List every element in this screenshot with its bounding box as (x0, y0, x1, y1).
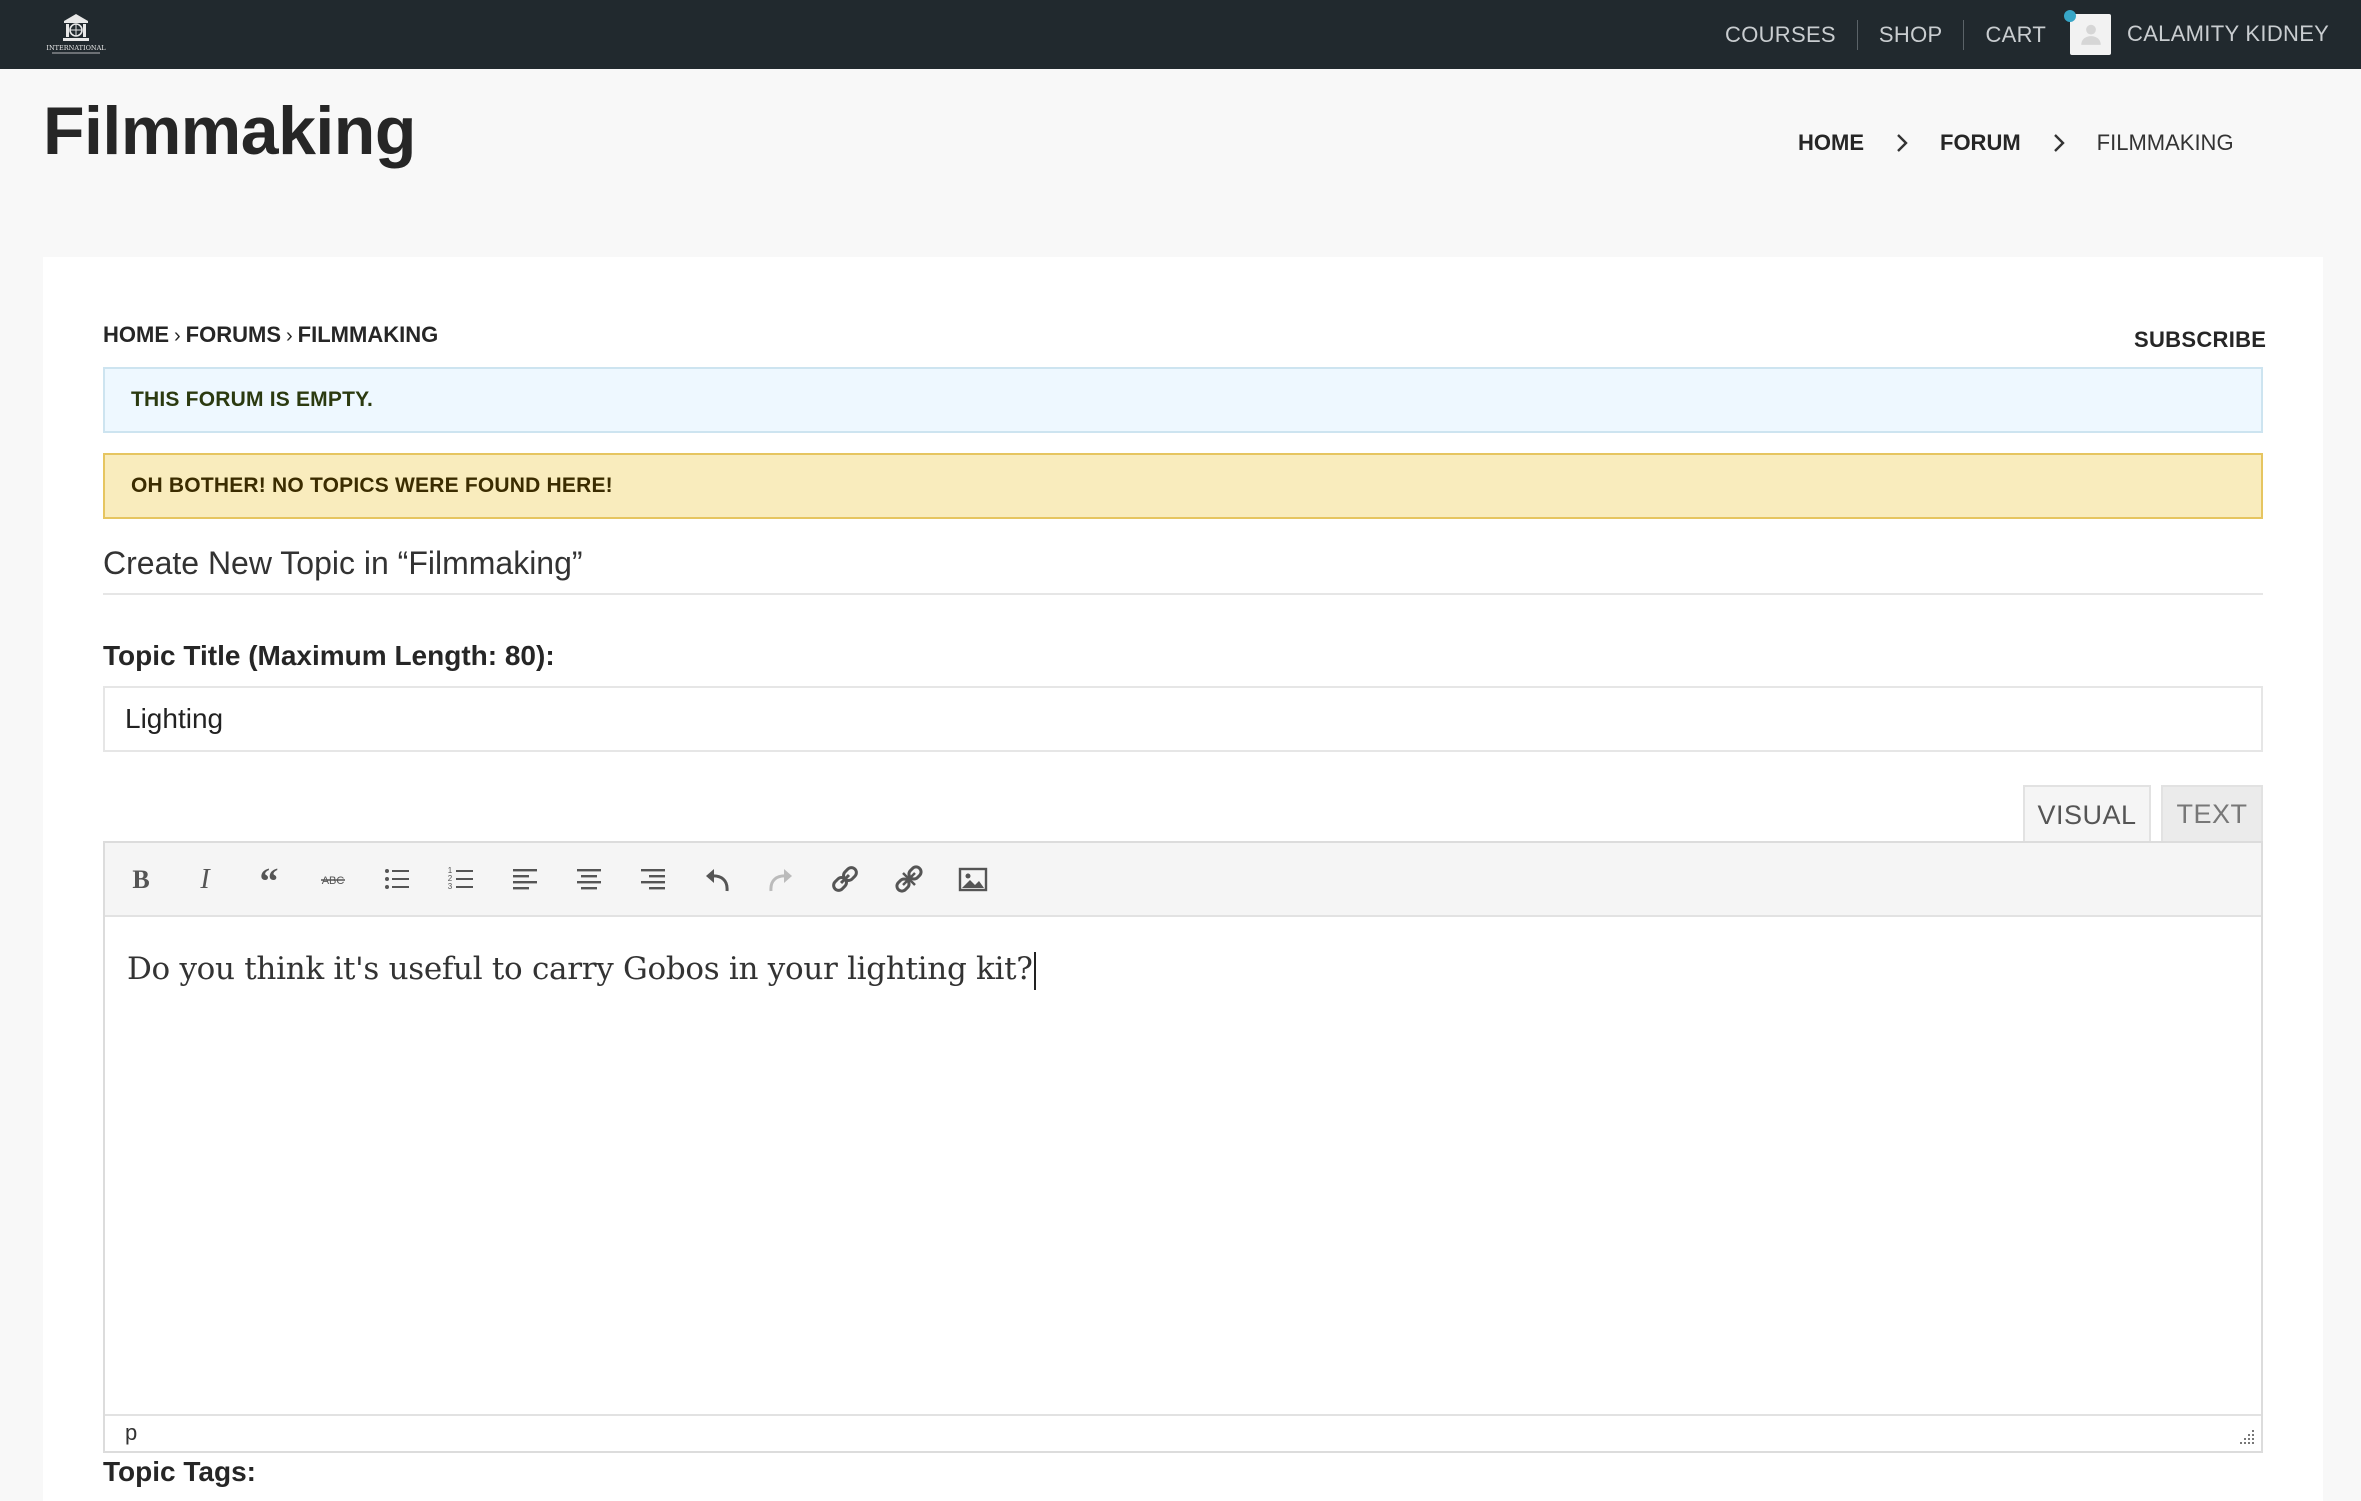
resize-handle-icon[interactable] (2239, 1429, 2255, 1445)
forum-breadcrumb-current: FILMMAKING (297, 322, 439, 347)
forum-breadcrumb: HOME › FORUMS › FILMMAKING (103, 322, 438, 348)
svg-text:I: I (199, 864, 211, 895)
svg-text:“: “ (260, 863, 279, 895)
subscribe-link[interactable]: SUBSCRIBE (2134, 327, 2266, 353)
user-menu[interactable]: CALAMITY KIDNEY (2064, 9, 2329, 58)
top-navbar: INTERNATIONAL COURSES SHOP CART CALAMITY… (0, 0, 2361, 69)
image-icon[interactable] (951, 857, 995, 901)
editor-content[interactable]: Do you think it's useful to carry Gobos … (127, 951, 1036, 990)
blockquote-icon[interactable]: “ (247, 857, 291, 901)
redo-icon[interactable] (759, 857, 803, 901)
breadcrumb-home[interactable]: HOME (1798, 130, 1864, 156)
chevron-right-icon (1880, 132, 1924, 154)
main-nav: COURSES SHOP CART (1704, 0, 2067, 69)
bullet-list-icon[interactable] (375, 857, 419, 901)
nav-shop[interactable]: SHOP (1858, 21, 1964, 49)
numbered-list-icon[interactable]: 123 (439, 857, 483, 901)
nav-courses[interactable]: COURSES (1704, 21, 1857, 49)
breadcrumb-separator: › (286, 325, 293, 347)
notice-text: THIS FORUM IS EMPTY. (131, 388, 374, 411)
breadcrumb-separator: › (174, 325, 181, 347)
header-breadcrumb: HOME FORUM FILMMAKING (1798, 130, 2234, 156)
rich-text-editor: B I “ ABC 123 Do you think it's useful t… (103, 841, 2263, 1453)
breadcrumb-current: FILMMAKING (2096, 130, 2234, 155)
forum-empty-notice: THIS FORUM IS EMPTY. (103, 367, 2263, 433)
svg-text:B: B (132, 865, 149, 894)
strikethrough-icon[interactable]: ABC (311, 857, 355, 901)
nav-cart[interactable]: CART (1964, 21, 2067, 49)
divider (103, 593, 2263, 595)
bold-icon[interactable]: B (119, 857, 163, 901)
new-topic-heading: Create New Topic in “Filmmaking” (103, 545, 583, 581)
online-status-dot (2064, 9, 2076, 22)
tab-visual[interactable]: VISUAL (2023, 785, 2151, 843)
align-left-icon[interactable] (503, 857, 547, 901)
forum-breadcrumb-home[interactable]: HOME (103, 322, 169, 347)
align-center-icon[interactable] (567, 857, 611, 901)
element-path[interactable]: p (125, 1420, 137, 1446)
undo-icon[interactable] (695, 857, 739, 901)
forum-breadcrumb-forums[interactable]: FORUMS (186, 322, 281, 347)
user-placeholder-icon (2080, 24, 2101, 45)
svg-text:INTERNATIONAL: INTERNATIONAL (46, 44, 106, 52)
align-right-icon[interactable] (631, 857, 675, 901)
institution-logo-icon: INTERNATIONAL (46, 14, 106, 54)
editor-statusbar: p (105, 1414, 2261, 1451)
site-logo[interactable]: INTERNATIONAL (42, 9, 110, 55)
user-name[interactable]: CALAMITY KIDNEY (2127, 21, 2329, 47)
page-title: Filmmaking (43, 93, 416, 169)
warning-text: OH BOTHER! NO TOPICS WERE FOUND HERE! (131, 474, 613, 497)
topic-title-input[interactable] (103, 686, 2263, 752)
tab-text[interactable]: TEXT (2161, 785, 2263, 843)
svg-text:3: 3 (448, 882, 453, 891)
breadcrumb-forum[interactable]: FORUM (1940, 130, 2021, 156)
svg-text:ABC: ABC (322, 875, 345, 887)
topic-title-label: Topic Title (Maximum Length: 80): (103, 640, 555, 671)
editor-text: Do you think it's useful to carry Gobos … (127, 951, 1033, 987)
avatar[interactable] (2064, 9, 2111, 55)
italic-icon[interactable]: I (183, 857, 227, 901)
text-caret (1033, 951, 1036, 990)
topic-tags-label: Topic Tags: (103, 1456, 256, 1487)
unlink-icon[interactable] (887, 857, 931, 901)
no-topics-warning: OH BOTHER! NO TOPICS WERE FOUND HERE! (103, 453, 2263, 519)
link-icon[interactable] (823, 857, 867, 901)
editor-toolbar: B I “ ABC 123 (105, 843, 2261, 917)
chevron-right-icon (2037, 132, 2081, 154)
